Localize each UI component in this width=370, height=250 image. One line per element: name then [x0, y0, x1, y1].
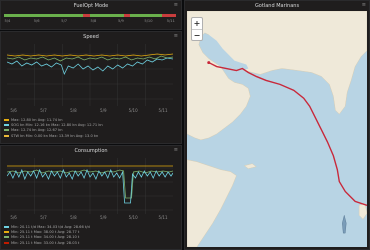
- legend-swatch: [4, 129, 9, 132]
- speed-x-tick: 5/10: [128, 108, 138, 113]
- zoom-in-button[interactable]: +: [192, 18, 202, 29]
- consumption-x-tick: 5/10: [128, 215, 138, 220]
- fuelopt-tick: 5/9: [118, 19, 124, 23]
- zoom-out-button[interactable]: −: [192, 29, 202, 40]
- fuelopt-off-segment: [124, 14, 130, 17]
- speed-x-tick: 5/6: [10, 108, 17, 113]
- consumption-x-tick: 5/6: [10, 215, 17, 220]
- panel-menu-icon[interactable]: ≡: [174, 2, 178, 8]
- fuelopt-tick: 5/7: [61, 19, 68, 23]
- speed-panel: Speed 5/6 5/7 5/8 5/9 5/10 5/11 Max: 12.…: [0, 31, 182, 144]
- fuelopt-panel: FuelOpt Mode 5/4 5/6 5/7 5/8 5/9 5/10 5/…: [0, 0, 182, 30]
- speed-title[interactable]: Speed: [1, 34, 181, 40]
- consumption-graph[interactable]: [7, 158, 173, 214]
- legend-swatch: [4, 119, 9, 121]
- fuelopt-tick: 5/6: [33, 19, 40, 23]
- fuelopt-status-strip[interactable]: [4, 14, 176, 17]
- legend-swatch: [4, 134, 9, 137]
- consumption-x-tick: 5/8: [70, 215, 77, 220]
- legend-text: STW kn Min: 0.00 kn Max: 13.39 kn Avg: 1…: [11, 133, 99, 138]
- map-panel: Gotland Marinans ≡ + −: [184, 0, 370, 250]
- legend-text: Min: 20.11 t/d Max: 34.03 t/d Avg: 28.66…: [11, 225, 90, 229]
- map-title[interactable]: Gotland Marinans: [185, 3, 369, 9]
- legend-text: Min: 25.11 t Max: 34.00 t Avg: 28.10 t: [11, 235, 80, 240]
- fuelopt-off-segment: [162, 14, 176, 17]
- speed-x-axis: 5/6 5/7 5/8 5/9 5/10 5/11: [7, 108, 173, 114]
- legend-text: Max: 12.74 kn Avg: 12.67 kn: [11, 128, 63, 133]
- panel-menu-icon[interactable]: ≡: [174, 147, 178, 153]
- legend-text: Min: 25.11 t Max: 38.00 t Avg: 28.77 t: [11, 230, 80, 235]
- route-marker: [207, 61, 211, 65]
- fuelopt-tick: 5/8: [90, 19, 97, 23]
- consumption-x-tick: 5/9: [100, 215, 107, 220]
- legend-swatch: [4, 231, 9, 234]
- legend-text: SOG kn Min: 12.16 kn Max: 12.80 kn Avg: …: [11, 123, 103, 128]
- zoom-control: + −: [191, 17, 203, 41]
- panel-menu-icon[interactable]: ≡: [174, 33, 178, 39]
- legend-swatch: [4, 236, 9, 239]
- fuelopt-tick: 5/4: [4, 19, 11, 23]
- consumption-panel: Consumption 5/6 5/7 5/8 5/9 5/10 5/11 Mi…: [0, 145, 182, 250]
- speed-x-tick: 5/11: [158, 108, 168, 113]
- speed-legend: Max: 12.80 kn Avg: 11.74 kn SOG kn Min: …: [4, 118, 178, 139]
- consumption-x-tick: 5/7: [40, 215, 47, 220]
- legend-swatch: [4, 241, 9, 244]
- consumption-legend: Min: 20.11 t/d Max: 34.03 t/d Avg: 28.66…: [4, 225, 178, 246]
- panel-menu-icon[interactable]: ≡: [362, 2, 366, 8]
- fuelopt-tick: 5/10: [144, 19, 153, 23]
- legend-item[interactable]: Min: 25.11 t Max: 33.00 t Avg: 28.03 t: [4, 241, 178, 246]
- legend-text: Max: 12.80 kn Avg: 11.74 kn: [11, 118, 63, 122]
- fuelopt-title[interactable]: FuelOpt Mode: [1, 3, 181, 9]
- consumption-x-axis: 5/6 5/7 5/8 5/9 5/10 5/11: [7, 215, 173, 221]
- consumption-title[interactable]: Consumption: [1, 148, 181, 154]
- legend-swatch: [4, 226, 9, 228]
- fuelopt-tick: 5/11: [166, 19, 175, 23]
- fuelopt-off-segment: [83, 14, 90, 17]
- speed-x-tick: 5/8: [70, 108, 77, 113]
- consumption-x-tick: 5/11: [158, 215, 168, 220]
- legend-item[interactable]: STW kn Min: 0.00 kn Max: 13.39 kn Avg: 1…: [4, 134, 178, 139]
- fuelopt-time-axis: 5/4 5/6 5/7 5/8 5/9 5/10 5/11: [4, 19, 176, 25]
- legend-swatch: [4, 124, 9, 127]
- speed-x-tick: 5/7: [40, 108, 47, 113]
- legend-text: Min: 25.11 t Max: 33.00 t Avg: 28.03 t: [11, 240, 80, 245]
- route-map[interactable]: [187, 11, 367, 247]
- speed-x-tick: 5/9: [100, 108, 107, 113]
- speed-graph[interactable]: [7, 44, 173, 106]
